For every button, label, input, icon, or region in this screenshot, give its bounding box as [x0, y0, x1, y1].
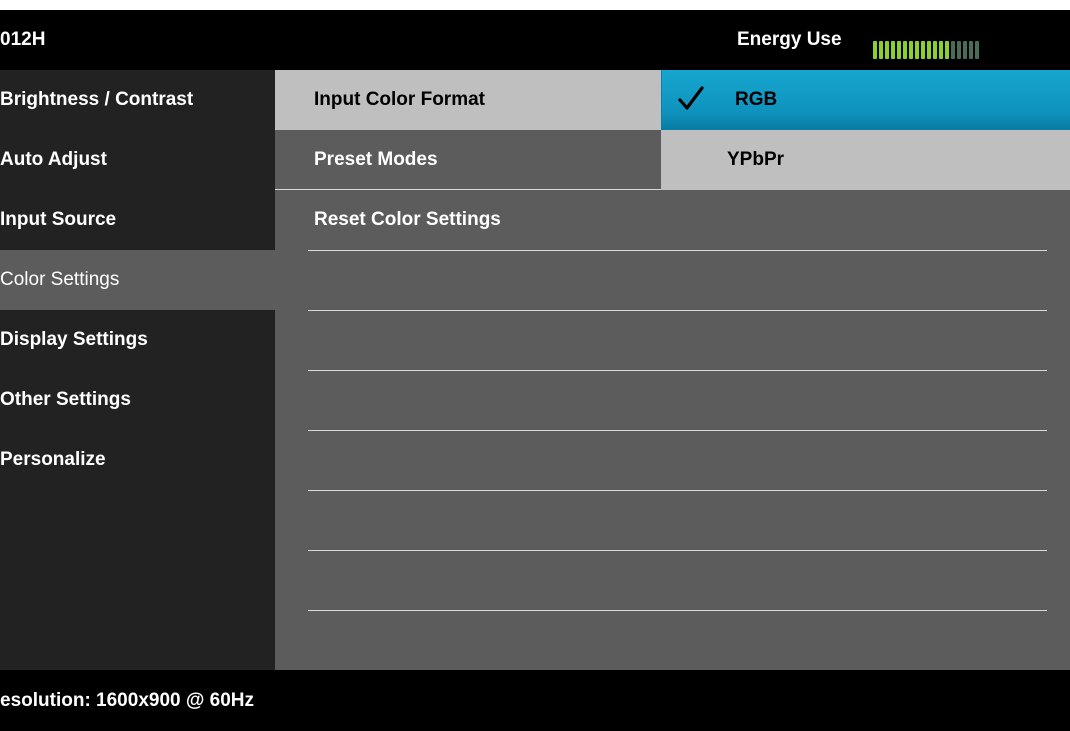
energy-segment-filled [873, 41, 877, 59]
submenu-item-preset-modes[interactable]: Preset Modes [275, 130, 661, 190]
row-divider [308, 490, 1047, 491]
menu-item-other-settings[interactable]: Other Settings [0, 370, 275, 430]
menu-item-display-settings[interactable]: Display Settings [0, 310, 275, 370]
monitor-osd: 012H Energy Use Brightness / Contrast Au… [0, 0, 1070, 731]
model-name: 012H [0, 29, 46, 50]
menu-item-color-settings[interactable]: Color Settings [0, 250, 275, 310]
submenu-item-reset-color-settings[interactable]: Reset Color Settings [275, 190, 1070, 251]
option-ypbpr[interactable]: YPbPr [661, 130, 1070, 190]
osd-footer: esolution: 1600x900 @ 60Hz [0, 670, 1070, 731]
check-icon [678, 86, 704, 110]
energy-segment-filled [891, 41, 895, 59]
main-menu: Brightness / Contrast Auto Adjust Input … [0, 70, 275, 670]
row-divider [308, 370, 1047, 371]
energy-segment-empty [963, 41, 967, 59]
row-divider [308, 310, 1047, 311]
osd-header: 012H Energy Use [0, 10, 1070, 70]
energy-segment-filled [933, 41, 937, 59]
energy-segment-empty [951, 41, 955, 59]
energy-segment-empty [975, 41, 979, 59]
menu-item-personalize[interactable]: Personalize [0, 430, 275, 490]
energy-segment-filled [879, 41, 883, 59]
energy-segment-filled [915, 41, 919, 59]
energy-segment-filled [909, 41, 913, 59]
menu-item-input-source[interactable]: Input Source [0, 190, 275, 250]
energy-segment-empty [957, 41, 961, 59]
resolution-readout: esolution: 1600x900 @ 60Hz [0, 690, 255, 711]
option-rgb-label: RGB [735, 89, 778, 110]
option-ypbpr-label: YPbPr [727, 149, 785, 170]
energy-segment-filled [897, 41, 901, 59]
energy-segment-filled [939, 41, 943, 59]
energy-segment-filled [903, 41, 907, 59]
menu-item-auto-adjust[interactable]: Auto Adjust [0, 130, 275, 190]
energy-segment-filled [921, 41, 925, 59]
energy-use-meter [873, 41, 979, 59]
option-rgb[interactable]: RGB [661, 70, 1070, 130]
energy-use-label: Energy Use [737, 29, 842, 50]
energy-segment-filled [927, 41, 931, 59]
row-divider [308, 550, 1047, 551]
energy-segment-empty [969, 41, 973, 59]
menu-item-brightness-contrast[interactable]: Brightness / Contrast [0, 70, 275, 130]
row-divider [308, 610, 1047, 611]
energy-segment-filled [885, 41, 889, 59]
submenu-item-input-color-format[interactable]: Input Color Format [275, 70, 661, 130]
energy-segment-filled [945, 41, 949, 59]
row-divider [308, 430, 1047, 431]
